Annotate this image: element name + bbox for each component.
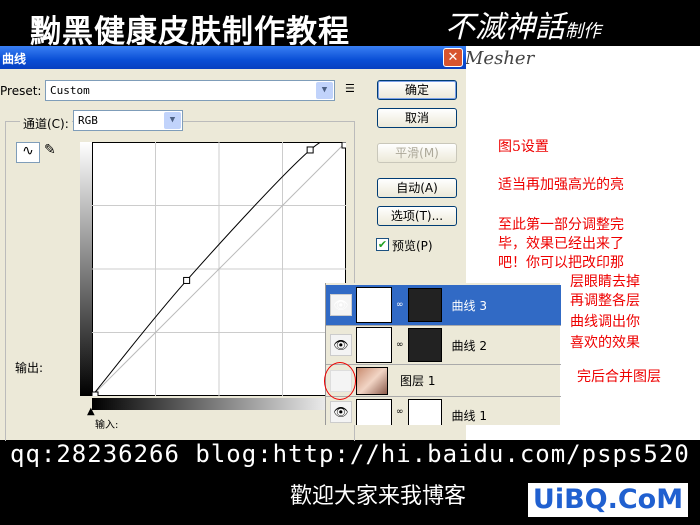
chevron-down-icon: ▼ [316,82,333,99]
eye-icon[interactable]: 👁 [330,334,352,356]
link-icon: ∞ [396,407,404,417]
curves-thumbnail [356,399,392,425]
layer-name: 曲线 2 [451,338,487,353]
curves-thumbnail [356,327,392,363]
cancel-button[interactable]: 取消 [377,108,457,128]
output-gradient [80,142,92,396]
layers-panel: 👁 ∞ 曲线 3 👁 ∞ 曲线 2 · 图层 1 👁 ∞ 曲线 1 [324,283,561,425]
layer-row[interactable]: 👁 ∞ 曲线 3 [326,285,561,326]
link-icon: ∞ [396,300,404,310]
contact-info: qq:28236266 blog:http://hi.baidu.com/psp… [10,440,690,468]
note: 至此第一部分调整完 [498,217,624,233]
chevron-down-icon: ▼ [164,112,181,129]
title-bar: 曲线 [0,46,466,69]
note: 毕，效果已经出来了 [498,236,624,252]
mask-thumbnail [407,328,442,362]
mask-thumbnail [407,288,442,322]
note: 完后合并图层 [577,369,661,385]
image-thumbnail [356,366,388,395]
note: 曲线调出你 [570,314,640,330]
red-circle-annotation [324,362,356,400]
auto-button[interactable]: 自动(A) [377,178,457,198]
options-button[interactable]: 选项(T)... [377,206,457,226]
layer-name: 图层 1 [400,374,436,388]
layer-name: 曲线 3 [451,298,487,313]
curves-thumbnail [356,287,392,323]
eye-icon[interactable]: 👁 [330,294,352,316]
channel-select[interactable]: RGB ▼ [73,110,183,131]
dialog-title: 曲线 [2,52,27,66]
smooth-button[interactable]: 平滑(M) [377,143,457,163]
preview-label: 预览(P) [392,239,433,253]
preset-label: Preset: [0,84,42,98]
close-icon: ✕ [447,50,459,65]
preset-menu-icon[interactable]: ☰ [345,82,355,95]
note: 适当再加强高光的亮 [498,177,624,193]
curve-graph[interactable] [92,142,346,396]
curve-control-point[interactable] [183,276,191,284]
welcome-text: 歡迎大家来我博客 [290,484,467,509]
preset-select[interactable]: Custom ▼ [45,80,335,101]
mask-thumbnail [407,399,442,425]
note: 吧！你可以把改印那 [498,255,624,271]
note: 喜欢的效果 [570,335,640,351]
curve-tool-icon[interactable]: ∿ [16,142,40,163]
black-point-slider[interactable]: ▲ [87,406,95,417]
ok-button[interactable]: 确定 [377,80,457,100]
logo: 不滅神話制作 [445,10,601,45]
note: 层眼睛去掉 [570,274,640,290]
curve-control-point[interactable] [341,142,346,149]
pencil-icon[interactable]: ✎ [44,142,56,158]
channel-label: 通道(C): [20,115,72,132]
banner: 黝黑健康皮肤制作教程 不滅神話制作 [0,0,700,50]
layer-row[interactable]: · 图层 1 [324,362,561,400]
close-button[interactable]: ✕ [443,48,463,67]
layer-name: 曲线 1 [451,409,487,423]
input-gradient [92,398,346,410]
curve-control-point[interactable] [92,391,99,396]
banner-title: 黝黑健康皮肤制作教程 [30,14,350,50]
logo-signature: Mesher [465,48,535,69]
output-label: 输出: [15,361,44,375]
preview-checkbox[interactable]: ✔ [376,238,389,251]
note: 再调整各层 [570,293,640,309]
link-icon: ∞ [396,340,404,350]
note: 图5设置 [498,139,549,155]
eye-icon[interactable]: 👁 [330,401,352,423]
layer-row[interactable]: 👁 ∞ 曲线 2 [326,326,561,365]
curve-control-point[interactable] [306,146,314,154]
watermark: UiBQ.CoM [528,483,688,517]
input-label: 输入: [95,420,119,431]
layer-row[interactable]: 👁 ∞ 曲线 1 [326,397,561,425]
